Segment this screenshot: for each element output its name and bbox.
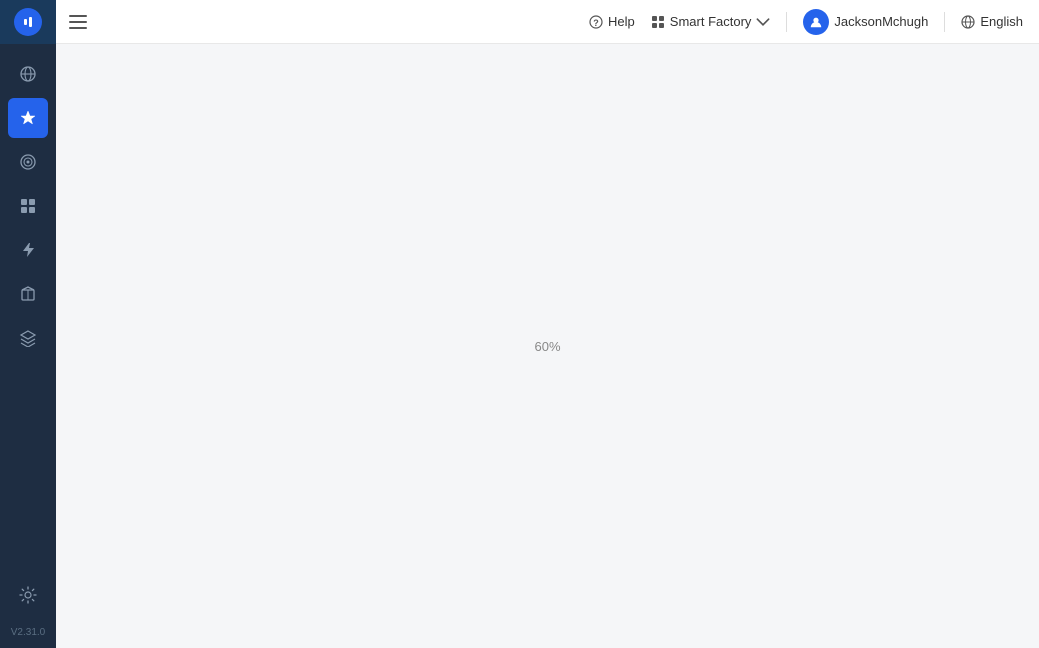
avatar xyxy=(803,9,829,35)
content-area: 60% xyxy=(56,44,1039,648)
loading-percent: 60% xyxy=(534,339,560,354)
help-button[interactable]: ? Help xyxy=(589,14,635,29)
header-right: ? Help Smart Factory Ja xyxy=(589,9,1039,35)
sidebar-item-target[interactable] xyxy=(8,142,48,182)
sidebar-item-bolt[interactable] xyxy=(8,230,48,270)
svg-text:?: ? xyxy=(593,18,599,28)
username-label: JacksonMchugh xyxy=(834,14,928,29)
hamburger-button[interactable] xyxy=(56,0,100,44)
version-label: V2.31.0 xyxy=(11,627,45,638)
workspace-button[interactable]: Smart Factory xyxy=(651,14,771,29)
header-divider xyxy=(786,12,787,32)
app-logo xyxy=(14,8,42,36)
language-label: English xyxy=(980,14,1023,29)
sidebar-item-star[interactable] xyxy=(8,98,48,138)
sidebar-item-grid[interactable] xyxy=(8,186,48,226)
main-layout: V2.31.0 60% xyxy=(0,44,1039,648)
logo-area xyxy=(0,0,56,44)
header-divider-2 xyxy=(944,12,945,32)
sidebar-bottom: V2.31.0 xyxy=(8,575,48,648)
language-button[interactable]: English xyxy=(961,14,1023,29)
help-label: Help xyxy=(608,14,635,29)
sidebar-item-settings[interactable] xyxy=(8,575,48,615)
sidebar-item-box[interactable] xyxy=(8,274,48,314)
sidebar-item-layers[interactable] xyxy=(8,318,48,358)
workspace-label: Smart Factory xyxy=(670,14,752,29)
header-left xyxy=(0,0,100,44)
sidebar-item-globe[interactable] xyxy=(8,54,48,94)
sidebar: V2.31.0 xyxy=(0,44,56,648)
header: ? Help Smart Factory Ja xyxy=(0,0,1039,44)
user-menu[interactable]: JacksonMchugh xyxy=(803,9,928,35)
